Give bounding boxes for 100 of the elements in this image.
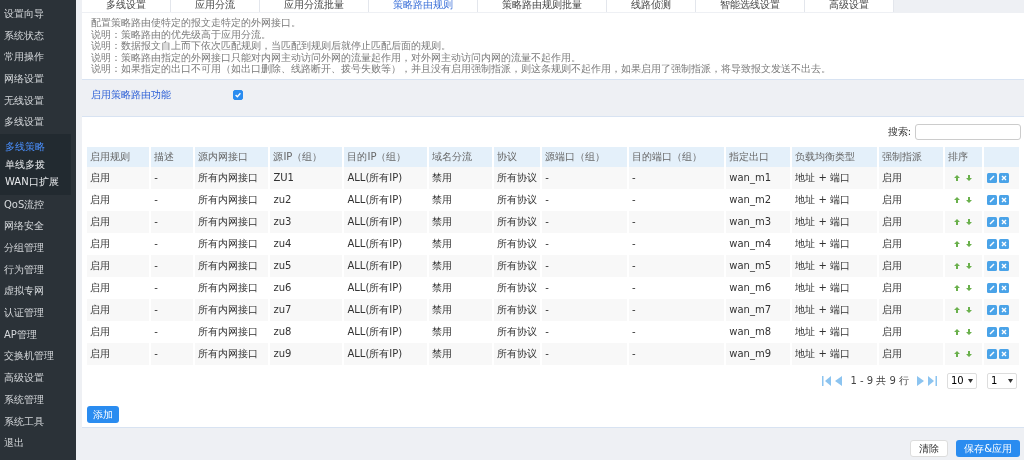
enable-checkbox[interactable]: [233, 90, 243, 100]
table-cell-text: -: [630, 237, 637, 251]
tab[interactable]: 应用分流批量: [260, 0, 369, 12]
delete-icon[interactable]: [998, 216, 1009, 227]
edit-icon[interactable]: [986, 260, 997, 271]
table-cell-text: zu6: [272, 281, 293, 295]
next-page-icon[interactable]: [917, 375, 924, 386]
description-text: 说明：数据报文自上而下依次匹配规则，当匹配到规则后就停止匹配后面的规则。: [91, 40, 452, 52]
edit-icon[interactable]: [986, 348, 997, 359]
move-up-icon[interactable]: [953, 306, 960, 313]
search-field[interactable]: [915, 123, 1021, 140]
move-down-icon[interactable]: [965, 218, 972, 225]
column-header: 强制指派: [878, 146, 943, 167]
edit-icon[interactable]: [986, 216, 997, 227]
edit-icon[interactable]: [986, 194, 997, 205]
tab[interactable]: 多线设置: [82, 0, 171, 12]
submenu-item[interactable]: 多线策略: [0, 138, 71, 156]
table-cell: 地址 + 端口: [792, 342, 877, 365]
table-cell: 地址 + 端口: [792, 166, 877, 189]
tab[interactable]: 策略路由规则: [369, 0, 478, 12]
delete-icon[interactable]: [998, 282, 1009, 293]
delete-icon[interactable]: [998, 260, 1009, 271]
delete-icon[interactable]: [998, 348, 1009, 359]
table-cell-text: -: [544, 281, 550, 295]
table-cell-text: 所有协议: [496, 236, 539, 251]
caret-icon: [1008, 378, 1013, 383]
sidebar-item[interactable]: QoS流控: [0, 194, 76, 217]
move-up-icon[interactable]: [953, 350, 960, 357]
table-cell-text: -: [630, 325, 637, 339]
sidebar-item[interactable]: 常用操作: [0, 47, 76, 70]
tab[interactable]: 智能选线设置: [696, 0, 805, 12]
table-cell-text: -: [630, 281, 637, 295]
delete-icon[interactable]: [998, 238, 1009, 249]
table-cell-text: wan_m2: [728, 193, 773, 208]
move-down-icon[interactable]: [965, 306, 972, 313]
move-up-icon[interactable]: [953, 174, 960, 181]
sidebar-item[interactable]: 无线设置: [0, 90, 76, 113]
submenu-item[interactable]: 单线多拨: [0, 155, 71, 174]
move-up-icon[interactable]: [953, 328, 960, 335]
sidebar-item[interactable]: 退出: [0, 433, 76, 455]
edit-icon[interactable]: [986, 172, 997, 183]
move-down-icon[interactable]: [965, 174, 972, 181]
tab[interactable]: 策略路由规则批量: [478, 0, 607, 12]
sidebar-item[interactable]: 行为管理: [0, 259, 76, 282]
delete-icon[interactable]: [998, 326, 1009, 337]
column-header: 协议: [494, 146, 541, 167]
delete-icon[interactable]: [998, 194, 1009, 205]
sidebar-item[interactable]: 系统工具: [0, 411, 76, 434]
move-down-icon[interactable]: [965, 262, 972, 269]
move-down-icon[interactable]: [965, 328, 972, 335]
submenu-item[interactable]: WAN口扩展: [0, 173, 71, 191]
sidebar-item[interactable]: 多线设置: [0, 112, 76, 135]
move-down-icon[interactable]: [965, 284, 972, 291]
sidebar-item[interactable]: 设置向导: [0, 4, 76, 26]
move-down-icon[interactable]: [965, 350, 972, 357]
edit-icon[interactable]: [986, 326, 997, 337]
move-up-icon[interactable]: [953, 218, 960, 225]
table-cell: -: [542, 298, 627, 321]
move-down-icon[interactable]: [965, 196, 972, 203]
delete-icon[interactable]: [998, 172, 1009, 183]
sidebar-item[interactable]: 系统状态: [0, 25, 76, 48]
sidebar-item[interactable]: 网络设置: [0, 69, 76, 91]
sidebar-item[interactable]: 网络安全: [0, 216, 76, 238]
sidebar-item[interactable]: 分组管理: [0, 238, 76, 260]
table-cell-text: ALL(所有IP): [346, 192, 404, 207]
page-select[interactable]: 1: [987, 372, 1017, 389]
page-size-select[interactable]: 10: [947, 372, 977, 389]
table-cell: 启用: [87, 342, 150, 365]
move-up-icon[interactable]: [953, 196, 960, 203]
last-page-icon[interactable]: [928, 375, 937, 386]
sidebar-item[interactable]: 认证管理: [0, 303, 76, 325]
first-page-icon[interactable]: [822, 375, 832, 386]
move-up-icon[interactable]: [953, 262, 960, 269]
tab[interactable]: 高级设置: [805, 0, 894, 12]
prev-page-icon[interactable]: [835, 375, 843, 386]
column-header: 域名分流: [429, 146, 493, 167]
tab[interactable]: 应用分流: [171, 0, 260, 12]
sidebar-item[interactable]: 高级设置: [0, 368, 76, 390]
edit-icon[interactable]: [986, 304, 997, 315]
edit-icon[interactable]: [986, 282, 997, 293]
table-cell-text: wan_m4: [728, 237, 773, 252]
sidebar-item[interactable]: 虚拟专网: [0, 281, 76, 304]
tab[interactable]: 线路侦测: [607, 0, 696, 12]
move-up-icon[interactable]: [953, 284, 960, 291]
table-cell-text: 所有协议: [496, 324, 539, 339]
edit-icon[interactable]: [986, 238, 997, 249]
move-down-icon[interactable]: [965, 240, 972, 247]
table-cell-text: zu8: [272, 325, 293, 339]
sidebar-item[interactable]: 交换机管理: [0, 346, 76, 369]
clear-button[interactable]: 清除: [910, 440, 949, 457]
table-cell-text: 地址 + 端口: [794, 236, 851, 251]
sidebar-item[interactable]: 系统管理: [0, 389, 76, 412]
table-cell: 启用: [878, 166, 943, 189]
move-up-icon[interactable]: [953, 240, 960, 247]
table-cell-text: 地址 + 端口: [794, 280, 851, 295]
table-cell-text: 启用: [880, 280, 903, 295]
table-cell-text: 所有内网接口: [196, 280, 259, 295]
delete-icon[interactable]: [998, 304, 1009, 315]
table-cell-text: -: [153, 193, 159, 207]
sidebar-item[interactable]: AP管理: [0, 324, 76, 347]
